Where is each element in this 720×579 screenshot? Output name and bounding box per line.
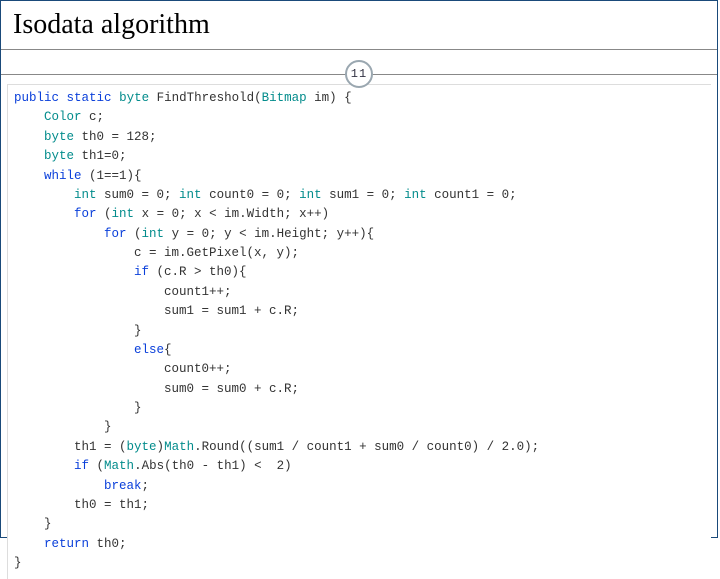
type-byte: byte	[44, 149, 74, 163]
slide-title: Isodata algorithm	[1, 1, 717, 47]
type-bitmap: Bitmap	[262, 91, 307, 105]
type-byte: byte	[119, 91, 149, 105]
kw-for: for	[74, 207, 97, 221]
kw-if: if	[134, 265, 149, 279]
code-block: public static byte FindThreshold(Bitmap …	[7, 84, 711, 579]
type-byte: byte	[127, 440, 157, 454]
kw-static: static	[67, 91, 112, 105]
type-int: int	[142, 227, 165, 241]
code-listing: public static byte FindThreshold(Bitmap …	[14, 89, 705, 573]
kw-if: if	[74, 459, 89, 473]
type-math: Math	[104, 459, 134, 473]
slide-frame: Isodata algorithm 11 public static byte …	[0, 0, 718, 538]
kw-for: for	[104, 227, 127, 241]
type-math: Math	[164, 440, 194, 454]
type-color: Color	[44, 110, 82, 124]
type-int: int	[179, 188, 202, 202]
kw-public: public	[14, 91, 59, 105]
kw-break: break	[104, 479, 142, 493]
page-number-badge: 11	[345, 60, 373, 88]
kw-return: return	[44, 537, 89, 551]
kw-else: else	[134, 343, 164, 357]
divider-top	[1, 49, 717, 50]
type-byte: byte	[44, 130, 74, 144]
type-int: int	[74, 188, 97, 202]
type-int: int	[299, 188, 322, 202]
type-int: int	[112, 207, 135, 221]
type-int: int	[404, 188, 427, 202]
kw-while: while	[44, 169, 82, 183]
